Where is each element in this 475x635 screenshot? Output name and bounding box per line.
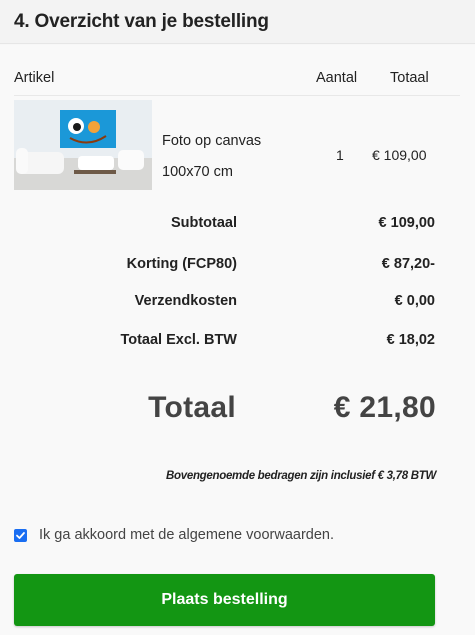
column-header-item: Artikel (14, 70, 55, 86)
section-title: 4. Overzicht van je bestelling (14, 11, 269, 32)
place-order-button[interactable]: Plaats bestelling (14, 574, 435, 626)
column-header-total: Totaal (390, 70, 429, 86)
vat-note: Bovengenoemde bedragen zijn inclusief € … (166, 470, 436, 482)
product-qty: 1 (336, 147, 344, 163)
product-thumbnail (14, 100, 152, 190)
terms-agreement[interactable]: Ik ga akkoord met de algemene voorwaarde… (14, 527, 334, 543)
shipping-value: € 0,00 (394, 293, 435, 309)
product-image (14, 100, 152, 190)
product-name-line2: 100x70 cm (162, 164, 233, 180)
checkmark-icon (16, 531, 25, 539)
product-name-line1: Foto op canvas (162, 133, 262, 149)
discount-value: € 87,20- (381, 256, 435, 272)
terms-label[interactable]: Ik ga akkoord met de algemene voorwaarde… (39, 527, 334, 543)
total-excl-vat-value: € 18,02 (386, 332, 435, 348)
grand-total-value: € 21,80 (333, 391, 436, 424)
column-header-qty: Aantal (316, 70, 358, 86)
product-name: Foto op canvas 100x70 cm (162, 126, 302, 188)
section-header: 4. Overzicht van je bestelling (0, 0, 475, 44)
subtotal-value: € 109,00 (378, 215, 435, 231)
terms-checkbox[interactable] (14, 528, 27, 542)
header-divider (14, 95, 460, 96)
product-price: € 109,00 (372, 147, 427, 163)
